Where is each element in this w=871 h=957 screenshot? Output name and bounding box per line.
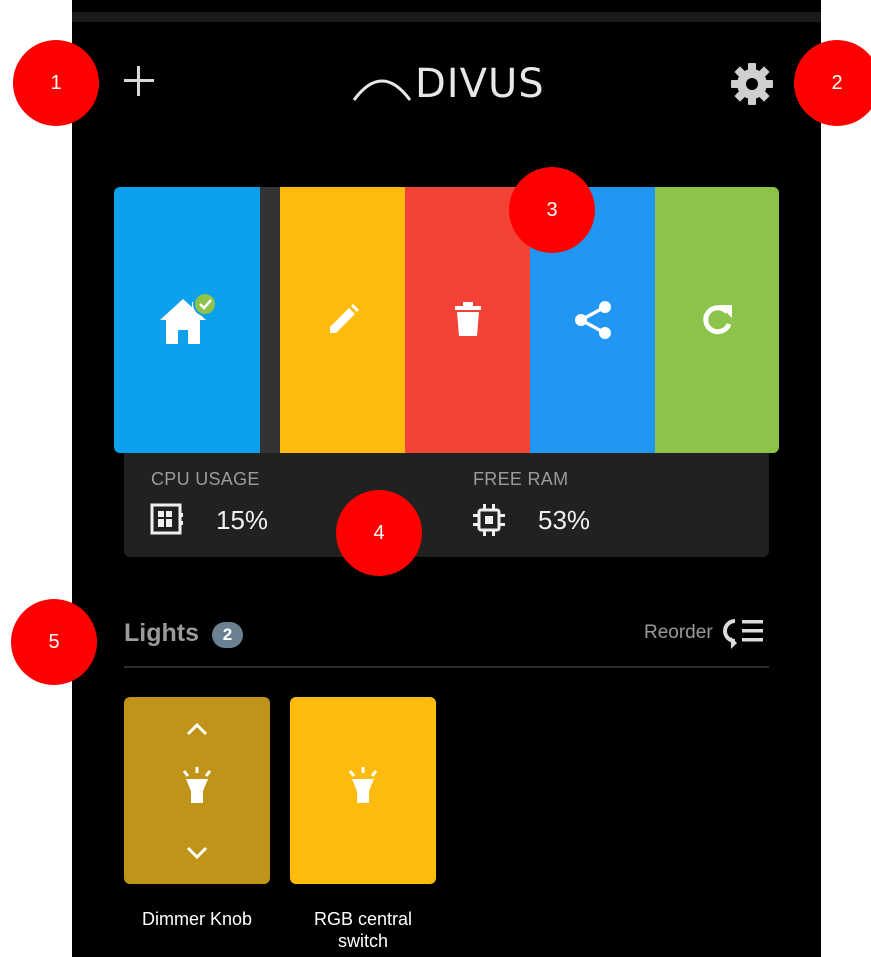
callout-5: 5	[11, 599, 97, 685]
divus-logo: DIVUS	[351, 60, 551, 108]
callout-1: 1	[13, 40, 99, 126]
lightbulb-icon	[182, 767, 212, 803]
cpu-grid-icon	[150, 503, 183, 535]
reorder-icon	[723, 619, 763, 649]
section-divider	[124, 666, 769, 668]
home-check-icon	[160, 292, 217, 344]
tile-separator	[260, 187, 280, 453]
add-button[interactable]	[122, 64, 156, 98]
settings-gear-icon[interactable]	[729, 61, 775, 107]
callout-2: 2	[794, 40, 871, 126]
count-badge: 2	[212, 622, 243, 648]
home-tile[interactable]	[114, 187, 260, 453]
rgb-central-switch-tile[interactable]	[290, 697, 436, 884]
rgb-central-switch-label: RGB central switch	[280, 908, 446, 952]
rgb-label-line2: switch	[337, 931, 388, 951]
top-divider	[72, 12, 821, 22]
chevron-up-icon[interactable]	[182, 719, 212, 739]
dimmer-knob-label: Dimmer Knob	[141, 909, 253, 929]
callout-3: 3	[509, 167, 595, 253]
edit-tile[interactable]	[280, 187, 405, 453]
app-screen: DIVUS CPU USAGE 15% FREE RAM 53% Lights …	[72, 0, 821, 957]
callout-4: 4	[336, 490, 422, 576]
chip-icon	[473, 504, 505, 536]
cpu-usage-label: CPU USAGE	[151, 469, 260, 489]
system-stats-panel: CPU USAGE 15% FREE RAM 53%	[124, 453, 769, 557]
dimmer-knob-tile[interactable]	[124, 697, 270, 884]
chevron-down-icon[interactable]	[182, 843, 212, 863]
lightbulb-icon	[348, 767, 378, 803]
delete-tile[interactable]	[405, 187, 530, 453]
refresh-tile[interactable]	[655, 187, 779, 453]
logo-arc-icon	[352, 79, 412, 101]
section-title: Lights	[124, 619, 199, 647]
pencil-icon	[329, 304, 359, 333]
free-ram-value: 53%	[538, 505, 591, 535]
share-icon	[574, 301, 611, 339]
trash-icon	[454, 302, 481, 336]
refresh-icon	[703, 305, 732, 335]
cpu-usage-value: 15%	[216, 505, 269, 535]
logo-text: DIVUS	[415, 61, 545, 107]
action-tiles	[114, 187, 779, 453]
reorder-label: Reorder	[644, 622, 713, 643]
free-ram-label: FREE RAM	[473, 469, 569, 489]
rgb-label-line1: RGB central	[313, 909, 413, 929]
